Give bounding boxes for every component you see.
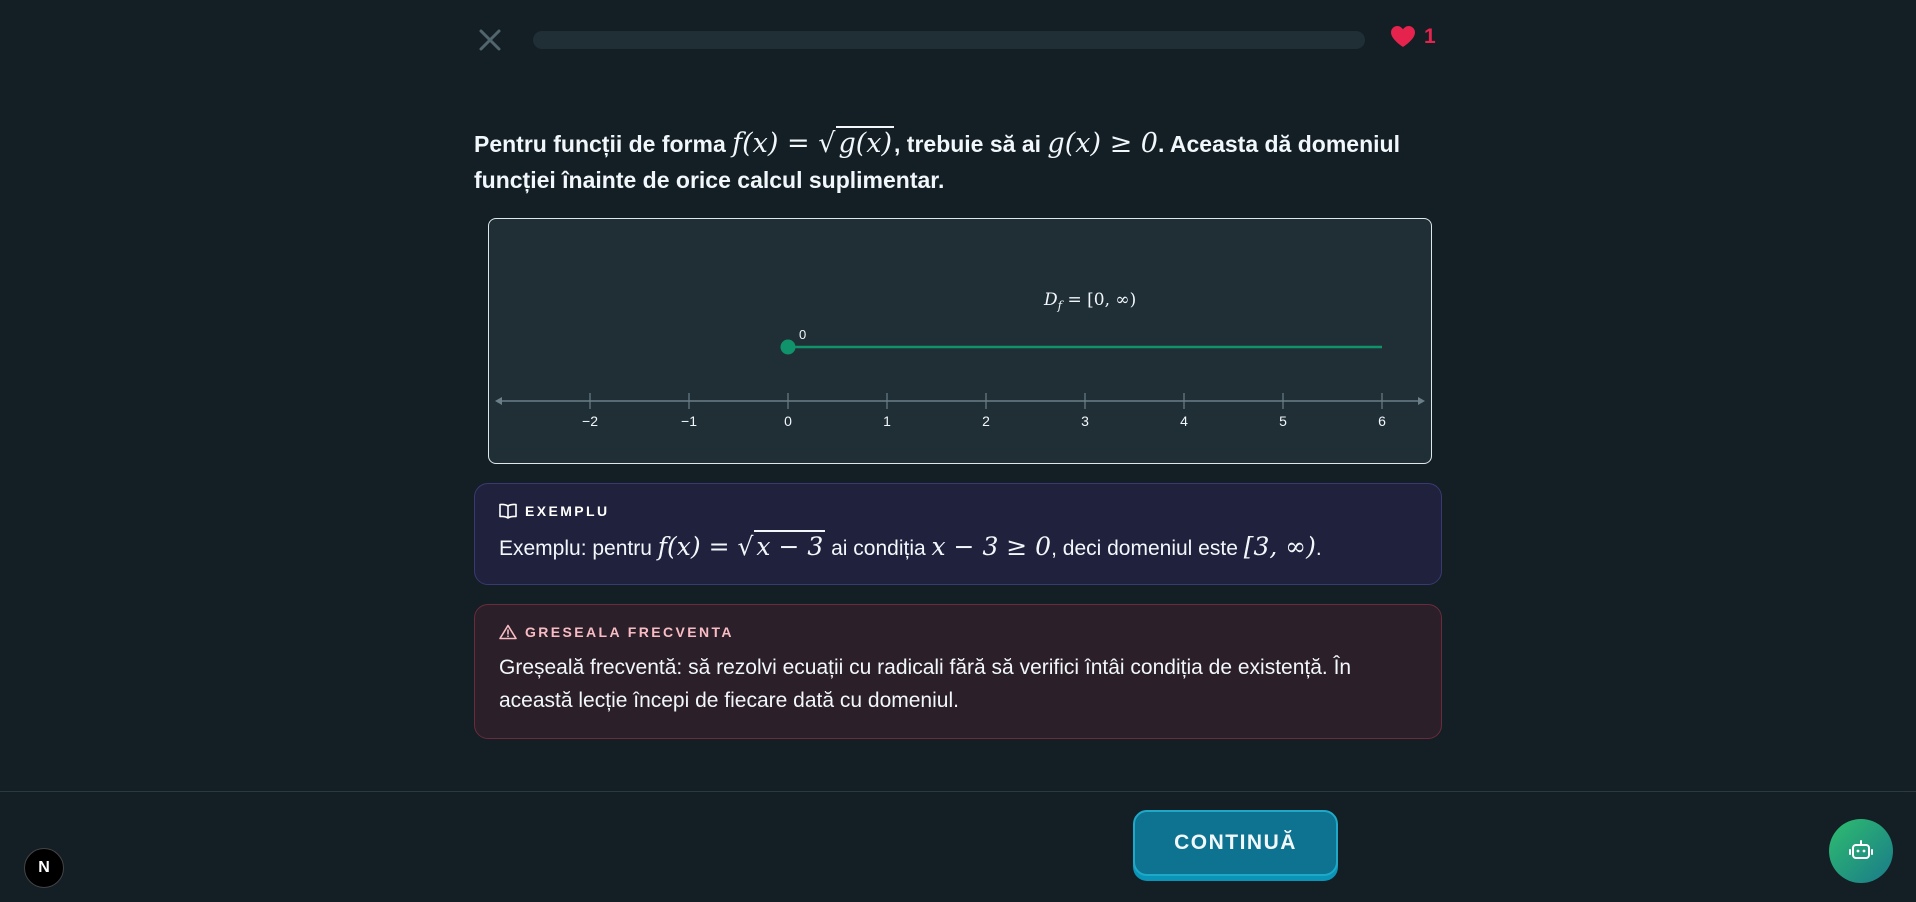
common-mistake-box: GRESEALA FRECVENTA Greșeală frecventă: s…	[474, 604, 1442, 739]
example-math-f-lhs: f(x) =	[657, 532, 738, 561]
warning-icon	[499, 624, 517, 640]
tick-label: 6	[1378, 413, 1386, 429]
domain-label-rest: = [0, ∞)	[1062, 290, 1137, 310]
book-icon	[499, 503, 517, 519]
close-icon	[479, 29, 501, 51]
example-math-condition: x − 3 ≥ 0	[931, 532, 1052, 561]
prompt-math-radicand: g(x)	[836, 126, 895, 159]
example-header: EXEMPLU	[499, 503, 1417, 519]
example-math-radicand: x − 3	[754, 530, 826, 561]
example-text-1: Exemplu: pentru	[499, 537, 658, 560]
axis-arrow-right	[1418, 397, 1425, 405]
tick-label: −2	[582, 413, 598, 429]
hearts-counter: 1	[1390, 25, 1436, 49]
axis-arrow-left	[495, 397, 502, 405]
n-badge-icon[interactable]: N	[24, 848, 64, 888]
example-title: EXEMPLU	[525, 503, 610, 519]
point-label: 0	[799, 327, 806, 342]
domain-label: Df = [0, ∞)	[1044, 290, 1136, 312]
assistant-button[interactable]	[1829, 819, 1893, 883]
example-math-domain: [3, ∞)	[1243, 532, 1316, 561]
example-text: Exemplu: pentru f(x) = √ x − 3 ai condiți…	[499, 530, 1417, 565]
number-line-card: −2 −1 0 1 2 3 4 5 6 0	[488, 218, 1432, 464]
example-math-f: f(x) = √ x − 3	[657, 530, 826, 561]
common-mistake-text: Greșeală frecventă: să rezolvi ecuații c…	[499, 656, 1352, 712]
prompt-math-f-lhs: f(x) =	[732, 128, 819, 159]
prompt-math-f: f(x) = √ g(x)	[732, 126, 895, 159]
prompt-text-1: Pentru funcții de forma	[474, 131, 733, 157]
example-box: EXEMPLU Exemplu: pentru f(x) = √ x − 3 ai…	[474, 483, 1442, 585]
common-mistake-header: GRESEALA FRECVENTA	[499, 624, 1417, 640]
close-button[interactable]	[470, 24, 510, 56]
lesson-progress-bar	[533, 31, 1365, 49]
example-text-4: .	[1315, 537, 1322, 560]
tick-label: 0	[784, 413, 792, 429]
robot-icon	[1849, 840, 1873, 859]
tick-label: 3	[1081, 413, 1089, 429]
tick-label: −1	[681, 413, 697, 429]
tick-label: 1	[883, 413, 891, 429]
tick-label: 4	[1180, 413, 1188, 429]
closed-point	[780, 339, 796, 355]
domain-label-main: D	[1044, 290, 1058, 310]
footer-divider	[0, 791, 1916, 792]
prompt-math-condition: g(x) ≥ 0	[1047, 128, 1158, 159]
prompt-text-2: , trebuie să ai	[894, 131, 1048, 157]
lesson-prompt: Pentru funcții de forma f(x) = √ g(x), tr…	[474, 126, 1419, 198]
example-text-2: ai condiția	[825, 537, 932, 560]
hearts-count: 1	[1424, 25, 1436, 48]
heart-icon	[1391, 26, 1415, 47]
number-line: −2 −1 0 1 2 3 4 5 6 0	[495, 327, 1425, 429]
tick-label: 2	[982, 413, 990, 429]
example-text-3: , deci domeniul este	[1051, 537, 1244, 560]
common-mistake-title: GRESEALA FRECVENTA	[525, 624, 734, 640]
tick-label: 5	[1279, 413, 1287, 429]
continue-button[interactable]: CONTINUĂ	[1133, 810, 1338, 876]
